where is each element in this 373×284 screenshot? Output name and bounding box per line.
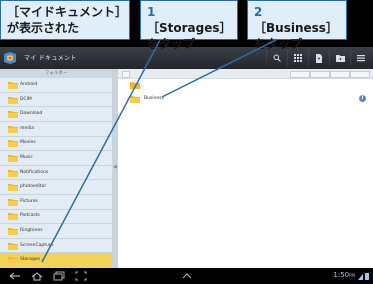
folder-label: Pictures (20, 198, 38, 204)
status-clock: 1:50PM (333, 271, 355, 279)
folder-item-photoeditor[interactable]: photoeditor (0, 180, 112, 195)
callout-text-1: ［Storages］ (147, 21, 232, 35)
folder-item-podcasts[interactable]: Podcasts (0, 209, 112, 225)
folder-icon (8, 140, 18, 148)
folder-label: Notifications (20, 169, 49, 175)
folder-item-screencapture[interactable]: ScreenCapture (0, 239, 112, 254)
folder-label: photoeditor (20, 184, 47, 190)
callout-text-2: をタップ (254, 37, 303, 51)
folder-pane-header: フォルダー (0, 69, 112, 78)
folder-icon (8, 82, 18, 89)
callout-text-1: ［Business］ (254, 21, 338, 35)
folder-tree-pane: フォルダー Android DCIM Download media Movies Musi… (0, 69, 112, 268)
folder-icon (8, 125, 18, 133)
folder-icon (8, 257, 18, 265)
folder-item-notifications[interactable]: Notifications (0, 166, 112, 181)
folder-icon (8, 184, 18, 192)
callout-text-2: が表示された (7, 21, 80, 35)
search-button[interactable] (266, 50, 287, 66)
folder-item-music[interactable]: Music (0, 151, 112, 166)
app-title: マイ ドキュメント (24, 55, 77, 62)
folder-item-dcim[interactable]: DCIM (0, 93, 112, 108)
file-list-header (118, 69, 373, 79)
parent-folder-label: .. (141, 82, 145, 89)
system-nav-bar: 1:50PM (0, 268, 373, 284)
step-number: 2 (254, 5, 263, 19)
folder-icon (130, 96, 140, 103)
chevron-up-icon[interactable] (180, 271, 194, 281)
screenshot-icon[interactable] (74, 271, 88, 281)
callout-my-documents: ［マイドキュメント］ が表示された (0, 0, 130, 40)
folder-item-media[interactable]: media (0, 122, 112, 137)
folder-icon (8, 111, 18, 119)
file-row-business[interactable]: Business i (118, 91, 373, 107)
folder-icon (8, 155, 18, 162)
signal-battery-icon (358, 273, 369, 280)
select-all-checkbox[interactable] (122, 71, 130, 78)
folder-label: Storages (20, 257, 40, 263)
folder-icon (8, 213, 18, 221)
sort-name-button[interactable] (290, 71, 310, 78)
folder-item-ringtones[interactable]: Ringtones (0, 224, 112, 239)
folder-label: media (20, 125, 35, 131)
sort-date-button[interactable] (330, 71, 350, 78)
folder-icon (8, 169, 18, 177)
file-name: Business (144, 96, 164, 101)
folder-label: ScreenCapture (20, 242, 54, 248)
folder-item-android[interactable]: Android (0, 78, 112, 93)
back-icon[interactable] (8, 271, 22, 281)
folder-item-movies[interactable]: Movies (0, 136, 112, 152)
callout-text-1: ［マイドキュメント］ (7, 5, 128, 19)
folder-label: Movies (20, 140, 36, 146)
folder-label: Android (20, 82, 38, 87)
folder-item-pictures[interactable]: Pictures (0, 195, 112, 210)
new-file-button[interactable] (308, 50, 329, 66)
callout-text-2: をタップ (147, 37, 196, 51)
folder-icon (8, 198, 18, 206)
recent-apps-icon[interactable] (52, 271, 66, 281)
folder-label: Download (20, 111, 43, 117)
folder-up-icon (130, 82, 140, 89)
clock-time: 1:50 (333, 271, 350, 279)
sort-type-button[interactable] (350, 71, 370, 78)
menu-button[interactable] (350, 50, 371, 66)
new-folder-button[interactable] (329, 50, 350, 66)
folder-icon (8, 228, 18, 235)
folder-label: Music (20, 155, 33, 160)
action-bar-icons (266, 50, 371, 66)
new-file-icon (316, 53, 322, 63)
grid-view-button[interactable] (287, 50, 308, 66)
folder-label: Ringtones (20, 228, 43, 233)
parent-folder-row[interactable]: .. (130, 81, 145, 89)
folder-item-storages[interactable]: Storages (0, 253, 112, 268)
callout-step-2: 2 ［Business］ をタップ (247, 0, 347, 51)
callout-step-1: 1 ［Storages］ をタップ (140, 0, 238, 51)
home-icon[interactable] (30, 271, 44, 281)
folder-label: Podcasts (20, 213, 40, 219)
folder-icon (8, 242, 18, 250)
new-folder-icon (335, 55, 345, 62)
app-logo-icon (4, 52, 16, 64)
grid-icon (294, 54, 302, 62)
step-number: 1 (147, 5, 156, 19)
clock-ampm: PM (349, 273, 355, 278)
collapse-arrow-icon: ◀ (113, 164, 117, 170)
folder-label: DCIM (20, 96, 32, 102)
file-list-pane: .. Business i (118, 69, 373, 268)
search-icon (273, 54, 281, 62)
menu-icon (357, 55, 365, 62)
info-icon[interactable]: i (359, 95, 366, 102)
folder-item-download[interactable]: Download (0, 107, 112, 122)
sort-size-button[interactable] (310, 71, 330, 78)
folder-icon (8, 96, 18, 104)
